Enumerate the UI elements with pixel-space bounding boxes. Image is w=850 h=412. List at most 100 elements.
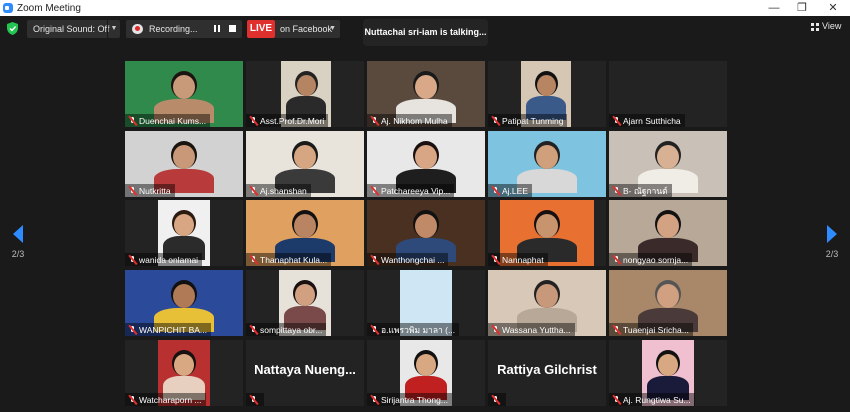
participant-nameplate: Ajarn Sutthicha <box>609 114 685 127</box>
participant-display-name: Nattaya Nueng... <box>254 362 356 377</box>
minimize-button[interactable]: — <box>759 0 789 16</box>
participant-tile[interactable]: Nutkritta <box>125 131 243 197</box>
participant-nameplate: Wanthongchai ... <box>367 253 449 266</box>
maximize-button[interactable]: ❐ <box>787 0 817 16</box>
participant-name: wanida onlamai <box>139 254 199 265</box>
participant-tile[interactable]: wanida onlamai <box>125 200 243 266</box>
participant-nameplate: อ.แพรวพิม มาลา (... <box>367 323 460 336</box>
participant-tile[interactable]: WANPICHIT BA... <box>125 270 243 336</box>
participant-nameplate: Tuaenjai Sricha... <box>609 323 693 336</box>
participant-nameplate: Nutkritta <box>125 184 175 197</box>
participant-tile[interactable]: Wanthongchai ... <box>367 200 485 266</box>
participant-name: sompittaya obr... <box>260 324 323 335</box>
microphone-muted-icon <box>612 186 621 196</box>
participant-nameplate: Duenchai Kums... <box>125 114 211 127</box>
microphone-muted-icon <box>128 325 137 335</box>
microphone-muted-icon <box>370 186 379 196</box>
participant-nameplate <box>488 393 506 406</box>
participant-nameplate: Wassana Yuttha... <box>488 323 575 336</box>
participant-nameplate: B- ณัฐกานต์ <box>609 184 672 197</box>
participant-tile[interactable]: Watcharaporn ... <box>125 340 243 406</box>
stop-recording-button[interactable] <box>229 25 236 32</box>
microphone-muted-icon <box>612 395 621 405</box>
participant-tile[interactable]: Nattaya Nueng... <box>246 340 364 406</box>
microphone-muted-icon <box>491 395 500 405</box>
participant-name: Aj. Rungtiwa Su... <box>623 394 691 405</box>
participant-name: อ.แพรวพิม มาลา (... <box>381 324 456 335</box>
microphone-muted-icon <box>128 395 137 405</box>
participant-nameplate: WANPICHIT BA... <box>125 323 212 336</box>
participant-tile[interactable]: Duenchai Kums... <box>125 61 243 127</box>
participant-name: Patchareeya Vip... <box>381 185 451 196</box>
participant-name: Ajarn Sutthicha <box>623 115 681 126</box>
participant-name: Wassana Yuttha... <box>502 324 571 335</box>
participant-name: Sirijantra Thong... <box>381 394 448 405</box>
participant-name: Duenchai Kums... <box>139 115 207 126</box>
participant-nameplate: Nannaphat <box>488 253 548 266</box>
participant-tile[interactable]: Aj.LEE <box>488 131 606 197</box>
microphone-muted-icon <box>612 255 621 265</box>
participant-name: Watcharaporn ... <box>139 394 202 405</box>
microphone-muted-icon <box>612 116 621 126</box>
original-sound-label: Original Sound: Off <box>33 24 110 34</box>
participant-name: Aj.shanshan <box>260 185 307 196</box>
grid-view-icon <box>811 23 819 31</box>
microphone-muted-icon <box>128 116 137 126</box>
pause-recording-button[interactable] <box>212 24 222 34</box>
participant-tile[interactable]: Rattiya Gilchrist <box>488 340 606 406</box>
participant-tile[interactable]: sompittaya obr... <box>246 270 364 336</box>
participant-name: Thanaphat Kula... <box>260 254 328 265</box>
view-button[interactable]: View <box>808 20 844 34</box>
participant-tile[interactable]: B- ณัฐกานต์ <box>609 131 727 197</box>
participant-tile[interactable]: Tuaenjai Sricha... <box>609 270 727 336</box>
chevron-down-icon[interactable]: ▼ <box>107 20 120 38</box>
participant-name: B- ณัฐกานต์ <box>623 185 668 196</box>
page-indicator-right: 2/3 <box>825 249 839 259</box>
microphone-muted-icon <box>370 116 379 126</box>
recording-label: Recording... <box>149 24 198 34</box>
participant-nameplate: Watcharaporn ... <box>125 393 206 406</box>
close-button[interactable]: ✕ <box>818 0 848 16</box>
participant-nameplate: Patchareeya Vip... <box>367 184 455 197</box>
participant-nameplate <box>246 393 264 406</box>
participant-tile[interactable]: Aj.shanshan <box>246 131 364 197</box>
participant-tile[interactable]: Wassana Yuttha... <box>488 270 606 336</box>
microphone-muted-icon <box>370 325 379 335</box>
microphone-muted-icon <box>128 255 137 265</box>
microphone-muted-icon <box>491 325 500 335</box>
microphone-muted-icon <box>612 325 621 335</box>
record-icon <box>132 24 143 34</box>
participant-nameplate: Asst.Prof.Dr.Mori <box>246 114 329 127</box>
participant-tile[interactable]: Patchareeya Vip... <box>367 131 485 197</box>
participant-nameplate: Patipat Tunming <box>488 114 568 127</box>
title-bar: Zoom Meeting — ❐ ✕ <box>0 0 850 16</box>
participant-tile[interactable]: Ajarn Sutthicha <box>609 61 727 127</box>
participant-display-name: Rattiya Gilchrist <box>497 362 597 377</box>
participant-tile[interactable]: Sirijantra Thong... <box>367 340 485 406</box>
participant-name: Asst.Prof.Dr.Mori <box>260 115 325 126</box>
participant-tile[interactable]: Aj. Rungtiwa Su... <box>609 340 727 406</box>
original-sound-dropdown[interactable]: Original Sound: Off ▼ <box>27 20 120 38</box>
microphone-muted-icon <box>370 395 379 405</box>
live-stream-dropdown[interactable]: on Facebook ▼ <box>275 20 340 38</box>
participant-name: Nannaphat <box>502 254 544 265</box>
participant-tile[interactable]: Aj. Nikhom Mulha <box>367 61 485 127</box>
participant-name: Tuaenjai Sricha... <box>623 324 689 335</box>
participant-tile[interactable]: Thanaphat Kula... <box>246 200 364 266</box>
participant-nameplate: Sirijantra Thong... <box>367 393 452 406</box>
next-page-arrow-icon[interactable] <box>825 224 839 244</box>
active-speaker-indicator: Nuttachai sri-iam is talking... <box>363 19 488 46</box>
participant-nameplate: sompittaya obr... <box>246 323 327 336</box>
participant-tile[interactable]: Patipat Tunming <box>488 61 606 127</box>
stream-target-label: on Facebook <box>280 24 333 34</box>
security-shield-icon[interactable] <box>7 22 18 35</box>
page-indicator-left: 2/3 <box>11 249 25 259</box>
participant-tile[interactable]: อ.แพรวพิม มาลา (... <box>367 270 485 336</box>
participant-tile[interactable]: nongyao sornja... <box>609 200 727 266</box>
microphone-muted-icon <box>370 255 379 265</box>
participant-tile[interactable]: Nannaphat <box>488 200 606 266</box>
chevron-down-icon: ▼ <box>329 25 336 32</box>
microphone-muted-icon <box>491 186 500 196</box>
previous-page-arrow-icon[interactable] <box>11 224 25 244</box>
participant-tile[interactable]: Asst.Prof.Dr.Mori <box>246 61 364 127</box>
